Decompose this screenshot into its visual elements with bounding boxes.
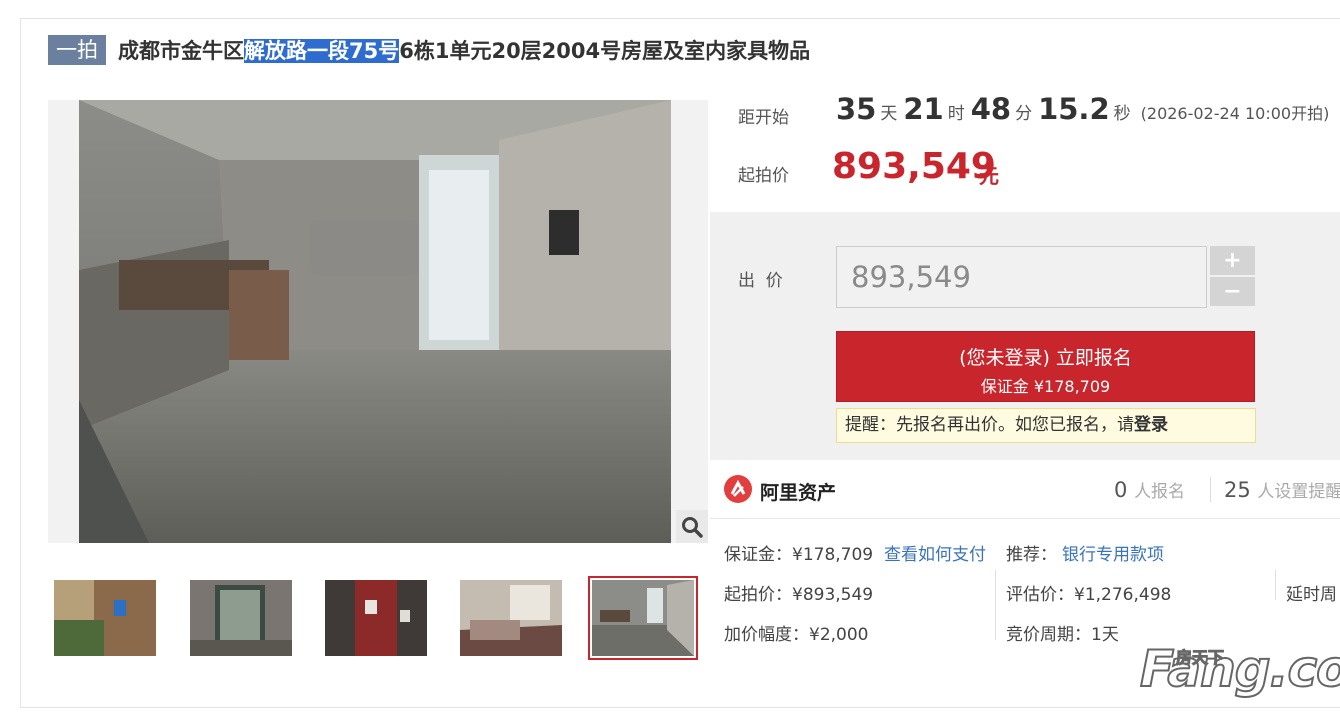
exterior-photo-thumb	[54, 580, 156, 656]
bid-label: 出 价	[738, 271, 783, 291]
main-property-photo[interactable]	[48, 100, 708, 543]
title-suffix: 6栋1单元20层2004号房屋及室内家具物品	[399, 39, 811, 63]
start-time-note: (2026-02-24 10:00开拍)	[1140, 104, 1330, 123]
fang-watermark: Fang.com 房天下	[1139, 639, 1340, 699]
seconds-unit: 秒	[1113, 104, 1131, 124]
reminder-text: 提醒：先报名再出价。如您已报名，请	[845, 415, 1134, 435]
watermark-sub: 房天下	[1175, 648, 1225, 668]
divider	[710, 518, 1340, 519]
hours-unit: 时	[947, 104, 965, 124]
reminder-count-label: 人设置提醒	[1257, 482, 1340, 502]
thumbnail-4[interactable]	[456, 576, 566, 660]
delay-info: 延时周	[1286, 585, 1337, 605]
platform-name: 阿里资产	[760, 482, 837, 504]
thumbnail-5-selected[interactable]	[588, 576, 698, 660]
how-to-pay-link[interactable]: 查看如何支付	[884, 540, 986, 565]
bidding-cycle-info: 竞价周期：1天	[1006, 625, 1119, 645]
column-divider-2	[1275, 570, 1276, 600]
login-link[interactable]: 登录	[1134, 415, 1168, 435]
thumbnail-3[interactable]	[321, 576, 431, 660]
living-room-photo-thumb	[592, 580, 694, 656]
platform-row: 阿里资产 0 人报名 25 人设置提醒	[724, 472, 1340, 512]
bid-amount-input[interactable]: 893,549	[836, 246, 1207, 308]
page-title: 成都市金牛区解放路一段75号6栋1单元20层2004号房屋及室内家具物品	[118, 35, 810, 65]
countdown-days: 35	[836, 92, 877, 126]
valuation-info: 评估价：¥1,276,498	[1006, 585, 1172, 605]
living-room-photo	[79, 100, 671, 543]
thumbnail-1[interactable]	[50, 576, 160, 660]
signup-count-label: 人报名	[1134, 482, 1186, 502]
decrease-bid-button[interactable]: −	[1210, 277, 1255, 306]
bank-payment-link[interactable]: 银行专用款项	[1062, 540, 1164, 565]
auction-round-badge: 一拍	[48, 35, 106, 65]
column-divider	[995, 570, 996, 640]
start-price-info: 起拍价：¥893,549	[724, 585, 874, 605]
corridor-photo-thumb	[190, 580, 292, 656]
countdown-label: 距开始	[738, 108, 789, 128]
register-deposit-label: 保证金 ¥178,709	[980, 377, 1111, 396]
signup-count-value: 0	[1114, 478, 1128, 502]
magnifier-icon	[682, 516, 703, 538]
recommend-label: 推荐：	[1006, 545, 1057, 565]
reminder-count: 25 人设置提醒	[1210, 477, 1340, 502]
zoom-button[interactable]	[676, 510, 708, 543]
countdown-timer: 35 天 21 时 48 分 15.2 秒 (2026-02-24 10:00开拍)	[836, 92, 1329, 126]
start-price-label: 起拍价	[738, 166, 789, 186]
thumbnail-2[interactable]	[186, 576, 296, 660]
start-price-value: 893,549	[832, 146, 996, 187]
countdown-minutes: 48	[970, 92, 1012, 126]
reminder-count-value: 25	[1224, 478, 1251, 502]
login-reminder: 提醒：先报名再出价。如您已报名，请登录	[836, 408, 1256, 443]
door-photo-thumb	[325, 580, 427, 656]
countdown-seconds: 15.2	[1038, 92, 1110, 126]
bedroom-photo-thumb	[460, 580, 562, 656]
watermark-text: Fang.com	[1139, 639, 1340, 699]
register-button-label: (您未登录) 立即报名	[959, 347, 1132, 369]
ali-assets-logo-icon	[724, 475, 752, 503]
register-now-button[interactable]: (您未登录) 立即报名 保证金 ¥178,709	[836, 331, 1255, 402]
start-price-unit: 元	[979, 164, 999, 188]
title-row: 一拍 成都市金牛区解放路一段75号6栋1单元20层2004号房屋及室内家具物品	[48, 34, 810, 66]
minutes-unit: 分	[1015, 104, 1033, 124]
increase-bid-button[interactable]: +	[1210, 246, 1255, 275]
days-unit: 天	[880, 104, 898, 124]
increment-info: 加价幅度：¥2,000	[724, 625, 869, 645]
title-prefix: 成都市金牛区	[118, 39, 244, 63]
title-highlighted-text: 解放路一段75号	[244, 39, 400, 63]
signup-count: 0 人报名	[1114, 477, 1185, 502]
deposit-info: 保证金：¥178,709	[724, 545, 874, 565]
countdown-hours: 21	[903, 92, 944, 126]
